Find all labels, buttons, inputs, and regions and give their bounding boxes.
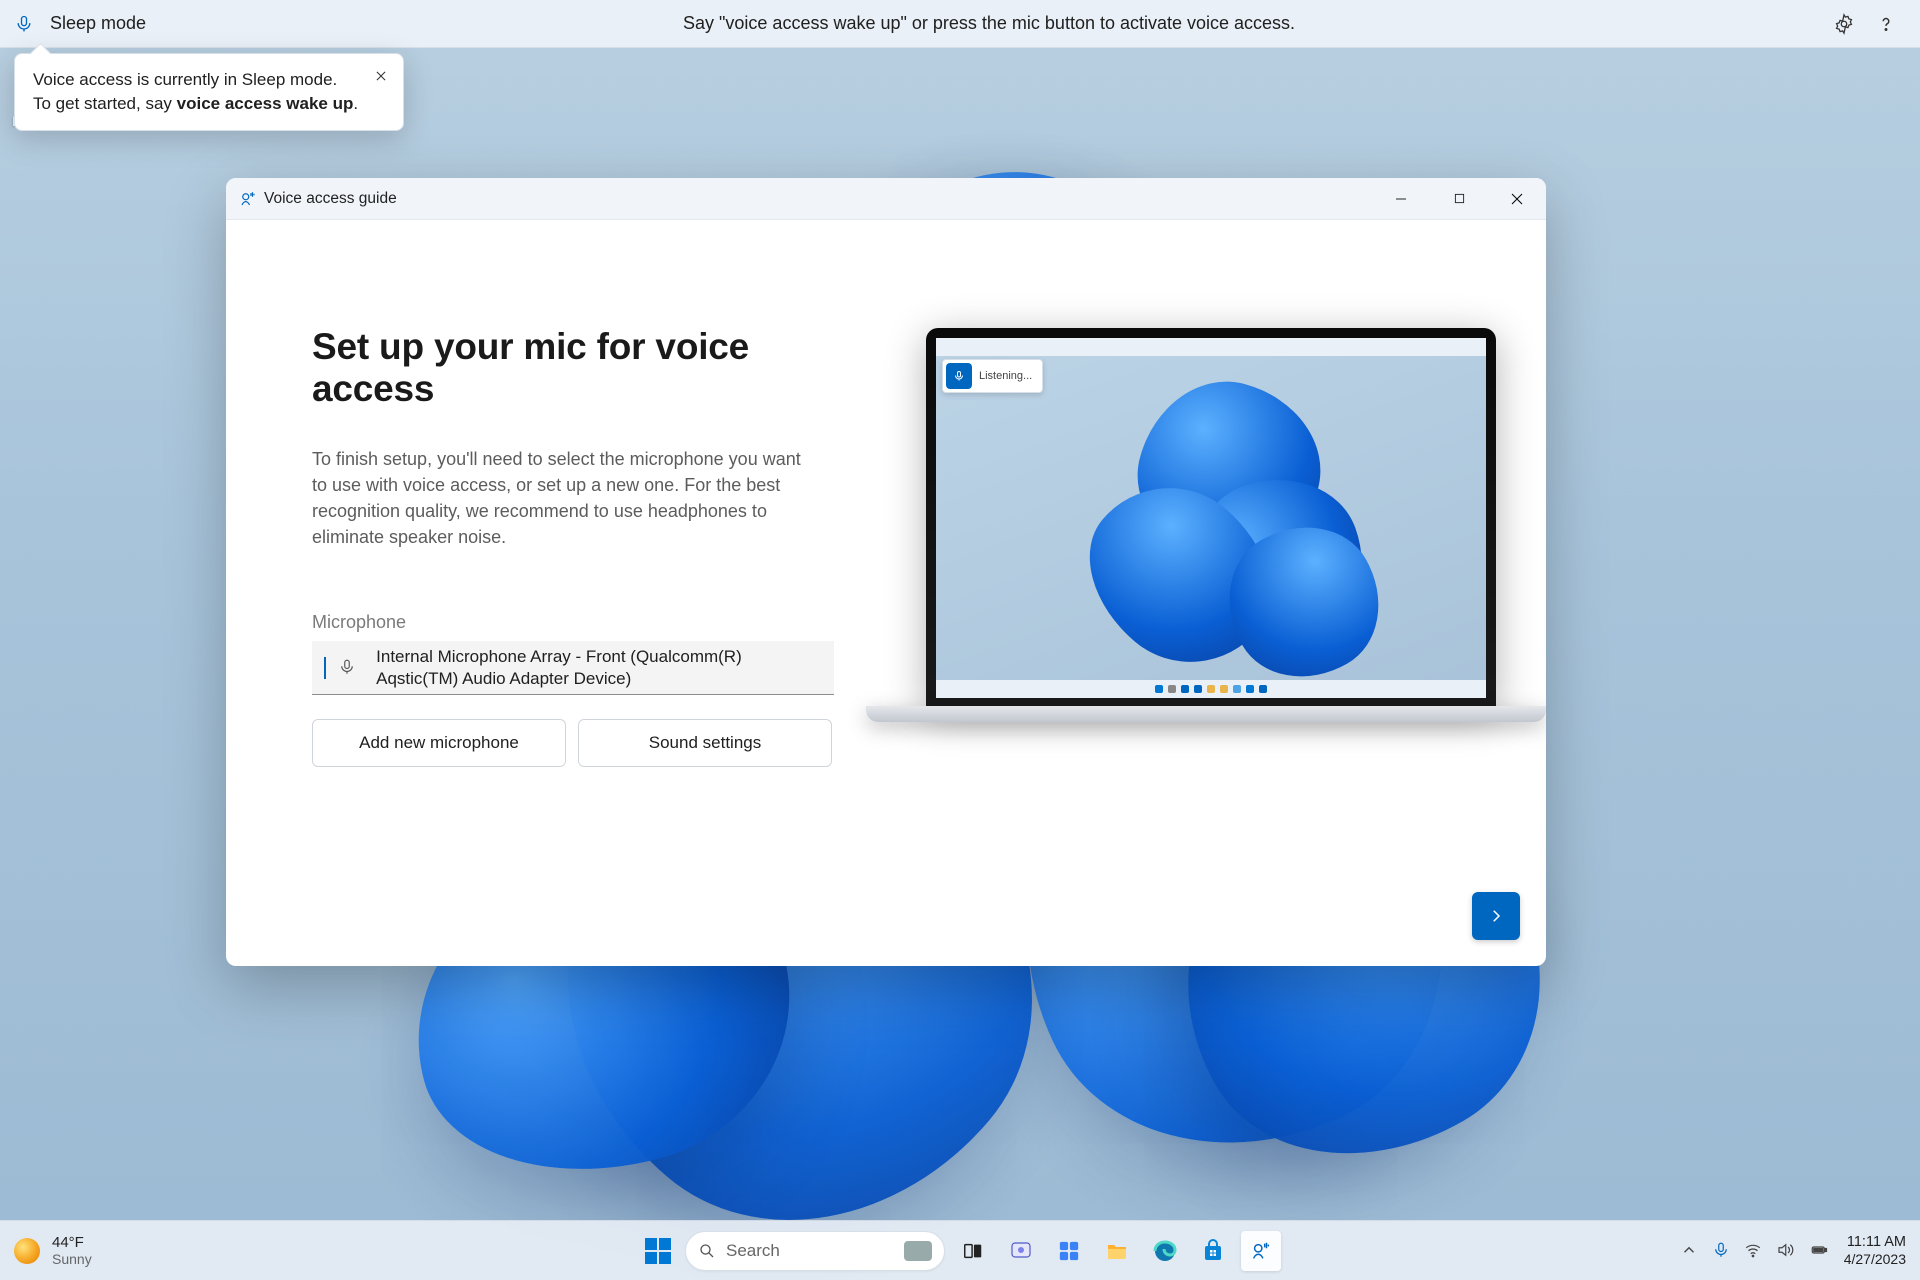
voice-access-mode-label: Sleep mode xyxy=(50,13,146,34)
window-close-button[interactable] xyxy=(1488,178,1546,220)
edge-icon xyxy=(1153,1239,1177,1263)
close-icon xyxy=(374,69,388,83)
tooltip-text: Voice access is currently in Sleep mode.… xyxy=(33,68,359,116)
selected-microphone-name: Internal Microphone Array - Front (Qualc… xyxy=(376,646,822,690)
tray-volume-icon[interactable] xyxy=(1776,1241,1794,1259)
chat-icon xyxy=(1009,1239,1033,1263)
window-app-icon xyxy=(238,189,258,209)
microphone-icon xyxy=(14,14,34,34)
store-icon xyxy=(1201,1239,1225,1263)
tray-overflow-button[interactable] xyxy=(1680,1241,1698,1259)
preview-listening-pill: Listening... xyxy=(942,359,1043,393)
voice-access-mic-button[interactable] xyxy=(4,4,44,44)
tray-wifi-icon[interactable] xyxy=(1744,1241,1762,1259)
taskbar: 44°F Sunny Search xyxy=(0,1220,1920,1280)
tray-battery-icon[interactable] xyxy=(1808,1241,1830,1259)
minimize-icon xyxy=(1395,193,1407,205)
tooltip-close-button[interactable] xyxy=(369,64,393,88)
guide-description: To finish setup, you'll need to select t… xyxy=(312,446,806,550)
folder-icon xyxy=(1105,1239,1129,1263)
window-maximize-button[interactable] xyxy=(1430,178,1488,220)
weather-widget[interactable]: 44°F Sunny xyxy=(52,1234,92,1267)
guide-heading: Set up your mic for voice access xyxy=(312,326,806,410)
taskbar-app-widgets[interactable] xyxy=(1049,1231,1089,1271)
taskbar-app-file-explorer[interactable] xyxy=(1097,1231,1137,1271)
voice-access-bar: Sleep mode Say "voice access wake up" or… xyxy=(0,0,1920,48)
taskbar-clock[interactable]: 11:11 AM 4/27/2023 xyxy=(1844,1234,1906,1267)
next-button[interactable] xyxy=(1472,892,1520,940)
taskbar-app-voice-access[interactable] xyxy=(1241,1231,1281,1271)
voice-access-hint-text: Say "voice access wake up" or press the … xyxy=(146,13,1832,34)
window-titlebar[interactable]: Voice access guide xyxy=(226,178,1546,220)
microphone-field-label: Microphone xyxy=(312,612,806,633)
taskbar-search[interactable]: Search xyxy=(685,1231,945,1271)
gear-icon xyxy=(1833,13,1855,35)
search-placeholder: Search xyxy=(726,1241,904,1261)
voice-access-guide-window: Voice access guide Set up your mic for v… xyxy=(226,178,1546,966)
taskbar-app-task-view[interactable] xyxy=(953,1231,993,1271)
preview-taskbar xyxy=(936,680,1486,698)
widgets-icon xyxy=(1058,1240,1080,1262)
voice-access-icon xyxy=(239,190,257,208)
search-icon xyxy=(698,1242,716,1260)
windows-logo-icon xyxy=(645,1238,671,1264)
tray-microphone-icon[interactable] xyxy=(1712,1241,1730,1259)
close-icon xyxy=(1511,193,1523,205)
microphone-select[interactable]: Internal Microphone Array - Front (Qualc… xyxy=(312,641,834,695)
voice-access-help-button[interactable] xyxy=(1874,12,1898,36)
preview-laptop: Listening... xyxy=(866,328,1546,722)
microphone-icon xyxy=(953,370,965,382)
taskbar-app-chat[interactable] xyxy=(1001,1231,1041,1271)
start-button[interactable] xyxy=(639,1232,677,1270)
weather-temperature: 44°F xyxy=(52,1234,92,1251)
chevron-right-icon xyxy=(1487,907,1505,925)
window-minimize-button[interactable] xyxy=(1372,178,1430,220)
voice-access-sleep-tooltip: Voice access is currently in Sleep mode.… xyxy=(14,53,404,131)
guide-preview-panel: Listening... xyxy=(826,220,1546,966)
window-title: Voice access guide xyxy=(264,190,397,208)
clock-time: 11:11 AM xyxy=(1847,1234,1906,1251)
taskbar-app-store[interactable] xyxy=(1193,1231,1233,1271)
taskbar-app-edge[interactable] xyxy=(1145,1231,1185,1271)
microphone-icon xyxy=(338,658,356,678)
maximize-icon xyxy=(1454,193,1465,204)
voice-access-settings-button[interactable] xyxy=(1832,12,1856,36)
weather-icon[interactable] xyxy=(14,1238,40,1264)
add-new-microphone-button[interactable]: Add new microphone xyxy=(312,719,566,767)
selection-indicator xyxy=(324,657,326,679)
clock-date: 4/27/2023 xyxy=(1844,1251,1906,1267)
voice-access-icon xyxy=(1250,1240,1272,1262)
sound-settings-button[interactable]: Sound settings xyxy=(578,719,832,767)
help-icon xyxy=(1875,13,1897,35)
search-highlight-image xyxy=(904,1241,932,1261)
task-view-icon xyxy=(962,1240,984,1262)
weather-condition: Sunny xyxy=(52,1251,92,1267)
